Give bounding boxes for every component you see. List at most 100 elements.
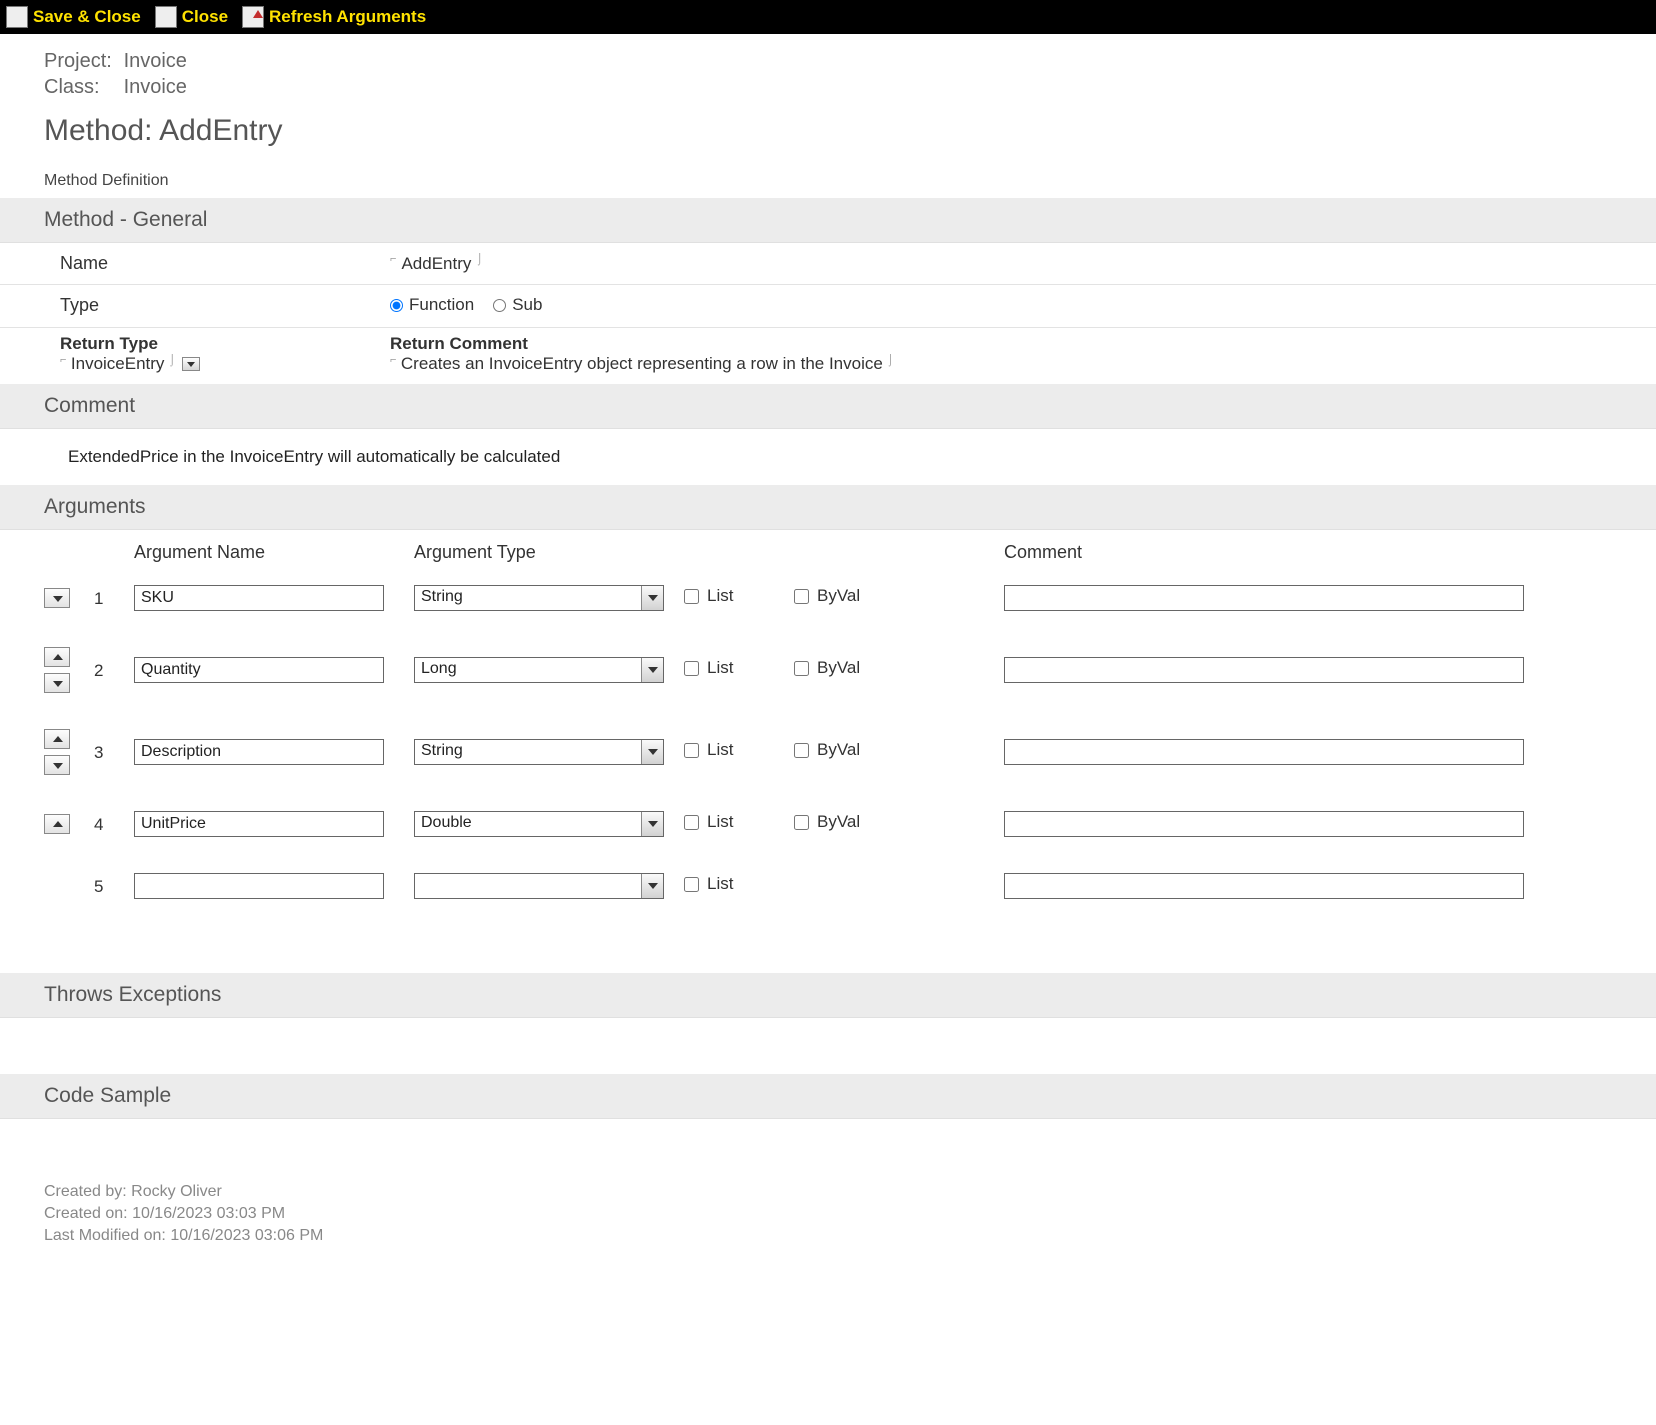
argument-row: 5 List (44, 861, 1612, 923)
argument-name-input[interactable] (134, 811, 384, 837)
argument-row-number: 3 (94, 741, 134, 763)
type-sub-radio[interactable]: Sub (493, 295, 542, 315)
move-up-button[interactable] (44, 814, 70, 834)
arguments-table: Argument Name Argument Type Comment 1 Str… (0, 530, 1656, 973)
argument-type-value: String (415, 586, 641, 610)
field-close-marker: ⌡ (169, 354, 176, 366)
argument-list-label: List (707, 812, 733, 832)
argument-list-checkbox-input[interactable] (684, 661, 699, 676)
created-on-value: 10/16/2023 03:03 PM (132, 1205, 285, 1222)
arguments-header-row: Argument Name Argument Type Comment (44, 530, 1612, 573)
header-block: Project: Invoice Class: Invoice Method: … (0, 40, 1656, 198)
argument-row: 1 String List ByVal (44, 573, 1612, 635)
argument-comment-input[interactable] (1004, 657, 1524, 683)
return-comment-value[interactable]: Creates an InvoiceEntry object represent… (401, 354, 883, 373)
argument-byval-checkbox[interactable]: ByVal (794, 812, 860, 832)
dropdown-icon[interactable] (641, 658, 663, 682)
dropdown-icon[interactable] (641, 586, 663, 610)
dropdown-icon[interactable] (641, 812, 663, 836)
argument-comment-input[interactable] (1004, 739, 1524, 765)
section-code-sample: Code Sample (0, 1074, 1656, 1119)
argument-list-label: List (707, 658, 733, 678)
argument-byval-checkbox-input[interactable] (794, 743, 809, 758)
section-throws-exceptions: Throws Exceptions (0, 973, 1656, 1018)
argument-type-select[interactable]: Long (414, 657, 664, 683)
type-label: Type (60, 295, 390, 316)
argument-comment-input[interactable] (1004, 873, 1524, 899)
argument-list-checkbox[interactable]: List (684, 740, 733, 760)
type-function-radio[interactable]: Function (390, 295, 474, 315)
argument-comment-input[interactable] (1004, 585, 1524, 611)
args-header-type: Argument Type (414, 542, 684, 563)
argument-list-label: List (707, 874, 733, 894)
argument-type-select[interactable] (414, 873, 664, 899)
dropdown-icon[interactable] (641, 740, 663, 764)
move-up-button[interactable] (44, 647, 70, 667)
argument-type-select[interactable]: String (414, 739, 664, 765)
argument-byval-label: ByVal (817, 812, 860, 832)
move-up-button[interactable] (44, 729, 70, 749)
argument-name-input[interactable] (134, 657, 384, 683)
footer-meta: Created by: Rocky Oliver Created on: 10/… (0, 1175, 1656, 1277)
section-comment: Comment (0, 384, 1656, 429)
argument-list-checkbox-input[interactable] (684, 877, 699, 892)
argument-row-number: 4 (94, 813, 134, 835)
comment-body[interactable]: ExtendedPrice in the InvoiceEntry will a… (0, 429, 1656, 485)
return-type-value[interactable]: InvoiceEntry (71, 354, 165, 373)
argument-byval-checkbox[interactable]: ByVal (794, 740, 860, 760)
code-sample-body[interactable] (0, 1119, 1656, 1175)
return-comment-label: Return Comment (390, 334, 1612, 354)
field-close-marker: ⌡ (476, 253, 483, 265)
argument-type-select[interactable]: Double (414, 811, 664, 837)
argument-byval-checkbox-input[interactable] (794, 589, 809, 604)
args-header-name: Argument Name (134, 542, 414, 563)
type-row: Type Function Sub (0, 285, 1656, 328)
argument-name-input[interactable] (134, 873, 384, 899)
move-down-button[interactable] (44, 755, 70, 775)
argument-list-checkbox[interactable]: List (684, 874, 733, 894)
save-and-close-button[interactable]: Save & Close (6, 6, 141, 28)
close-button[interactable]: Close (155, 6, 228, 28)
argument-type-value: Double (415, 812, 641, 836)
created-on-label: Created on: (44, 1205, 128, 1222)
argument-type-select[interactable]: String (414, 585, 664, 611)
toolbar: Save & Close Close Refresh Arguments (0, 0, 1656, 34)
argument-byval-label: ByVal (817, 740, 860, 760)
name-value[interactable]: AddEntry (401, 254, 471, 273)
project-label: Project: (44, 48, 118, 74)
return-type-dropdown[interactable] (182, 357, 200, 371)
close-icon (155, 6, 177, 28)
argument-type-value (415, 874, 641, 898)
argument-comment-input[interactable] (1004, 811, 1524, 837)
save-and-close-label: Save & Close (33, 7, 141, 27)
argument-byval-label: ByVal (817, 658, 860, 678)
created-by-value: Rocky Oliver (131, 1183, 222, 1200)
modified-on-value: 10/16/2023 03:06 PM (170, 1227, 323, 1244)
refresh-arguments-button[interactable]: Refresh Arguments (242, 6, 426, 28)
argument-list-checkbox-input[interactable] (684, 589, 699, 604)
argument-row-number: 1 (94, 587, 134, 609)
field-close-marker: ⌡ (887, 354, 894, 366)
argument-name-input[interactable] (134, 585, 384, 611)
argument-list-checkbox[interactable]: List (684, 658, 733, 678)
method-prefix: Method: (44, 114, 159, 147)
argument-byval-checkbox[interactable]: ByVal (794, 586, 860, 606)
move-down-button[interactable] (44, 673, 70, 693)
type-function-radio-input[interactable] (390, 299, 403, 312)
argument-list-checkbox[interactable]: List (684, 812, 733, 832)
section-arguments: Arguments (0, 485, 1656, 530)
throws-exceptions-body[interactable] (0, 1018, 1656, 1074)
argument-byval-checkbox-input[interactable] (794, 661, 809, 676)
move-down-button[interactable] (44, 588, 70, 608)
argument-name-input[interactable] (134, 739, 384, 765)
dropdown-icon[interactable] (641, 874, 663, 898)
argument-list-checkbox-input[interactable] (684, 743, 699, 758)
type-sub-radio-input[interactable] (493, 299, 506, 312)
argument-list-checkbox[interactable]: List (684, 586, 733, 606)
argument-row-number: 5 (94, 875, 134, 897)
argument-list-checkbox-input[interactable] (684, 815, 699, 830)
field-open-marker: ⌐ (60, 354, 66, 366)
argument-byval-checkbox[interactable]: ByVal (794, 658, 860, 678)
argument-byval-checkbox-input[interactable] (794, 815, 809, 830)
argument-type-value: String (415, 740, 641, 764)
